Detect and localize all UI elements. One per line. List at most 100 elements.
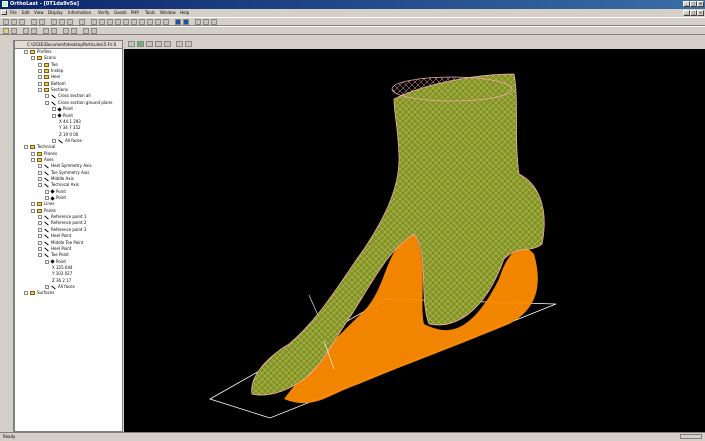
settings-icon[interactable] <box>195 19 201 25</box>
expand-toggle-icon[interactable] <box>38 177 42 181</box>
select-icon[interactable] <box>11 28 17 34</box>
tree-item[interactable]: Instep <box>38 68 63 74</box>
menu-goods[interactable]: Goods <box>114 10 127 15</box>
expand-toggle-icon[interactable] <box>24 50 28 54</box>
menu-view[interactable]: View <box>34 10 44 15</box>
tree-item[interactable]: X 44.1 293 <box>59 119 81 125</box>
expand-toggle-icon[interactable] <box>38 164 42 169</box>
menu-edit[interactable]: Edit <box>22 10 30 15</box>
cut-icon[interactable] <box>51 19 57 25</box>
menu-php[interactable]: PHP <box>131 10 139 15</box>
tree-item[interactable]: Heel <box>38 74 60 80</box>
copy-icon[interactable] <box>59 19 65 25</box>
tree-item[interactable]: All faces <box>52 138 82 144</box>
expand-toggle-icon[interactable] <box>45 94 49 99</box>
view-side-icon[interactable] <box>155 41 162 47</box>
fit-icon[interactable] <box>115 19 121 25</box>
tree-item[interactable]: Point <box>45 189 66 195</box>
tree-item[interactable]: Toe Symmetry Axis <box>38 170 89 176</box>
menu-help[interactable]: Help <box>180 10 189 15</box>
tree-item[interactable]: Reference point 3 <box>38 227 86 233</box>
tree-item[interactable]: Points <box>31 208 56 214</box>
menu-display[interactable]: Display <box>48 10 63 15</box>
expand-toggle-icon[interactable] <box>38 221 42 226</box>
tree-item[interactable]: Planes <box>31 151 57 157</box>
tree-item[interactable]: Middle Toe Point <box>38 240 83 246</box>
tree-item[interactable]: X 325 044 <box>52 265 73 271</box>
expand-toggle-icon[interactable] <box>45 196 49 201</box>
menu-tools[interactable]: Tools <box>145 10 155 15</box>
mesh-icon[interactable] <box>51 28 57 34</box>
maximize-button[interactable]: □ <box>690 1 697 7</box>
view-select-icon[interactable] <box>128 41 135 47</box>
expand-toggle-icon[interactable] <box>38 253 42 258</box>
tree-item[interactable]: Cross section all <box>45 93 91 99</box>
expand-toggle-icon[interactable] <box>38 81 42 86</box>
expand-toggle-icon[interactable] <box>24 145 28 150</box>
view-next-icon[interactable] <box>185 41 192 47</box>
tree-item[interactable]: Heel Point <box>38 246 71 252</box>
layers-icon[interactable] <box>131 19 137 25</box>
tree-item[interactable]: Toe <box>38 62 58 68</box>
expand-toggle-icon[interactable] <box>45 100 49 105</box>
view-top-icon[interactable] <box>164 41 171 47</box>
zoom-icon[interactable] <box>91 19 97 25</box>
expand-toggle-icon[interactable] <box>38 227 42 232</box>
last-icon[interactable] <box>71 28 77 34</box>
print-icon[interactable] <box>31 19 37 25</box>
expand-toggle-icon[interactable] <box>38 88 42 93</box>
expand-toggle-icon[interactable] <box>38 69 42 74</box>
view-front-icon[interactable] <box>146 41 153 47</box>
tree-item[interactable]: Sections <box>38 87 68 93</box>
expand-toggle-icon[interactable] <box>31 157 35 162</box>
expand-toggle-icon[interactable] <box>31 151 35 156</box>
tree-item[interactable]: Y 103 027 <box>52 271 72 277</box>
about-icon[interactable] <box>183 19 189 25</box>
tree-item[interactable]: Z 19 0 00 <box>59 132 78 138</box>
tree-item[interactable]: Technical <box>24 144 55 150</box>
tree-item[interactable]: Cross section ground plane <box>45 100 112 106</box>
tree-item[interactable]: Scans <box>31 55 56 61</box>
tree-item[interactable]: Point <box>52 113 73 119</box>
expand-toggle-icon[interactable] <box>45 284 49 289</box>
foot-icon[interactable] <box>63 28 69 34</box>
compass-icon[interactable] <box>31 28 37 34</box>
expand-toggle-icon[interactable] <box>38 240 42 245</box>
close-button[interactable]: × <box>697 1 704 7</box>
export-icon[interactable] <box>203 19 209 25</box>
tree-item[interactable]: Y 34 7 352 <box>59 125 81 131</box>
expand-toggle-icon[interactable] <box>38 75 42 80</box>
expand-toggle-icon[interactable] <box>45 259 49 264</box>
tree-item[interactable]: Heel Symmetry Axis <box>38 163 92 169</box>
grid-icon[interactable] <box>123 19 129 25</box>
expand-toggle-icon[interactable] <box>24 291 28 296</box>
expand-toggle-icon[interactable] <box>38 170 42 175</box>
expand-toggle-icon[interactable] <box>31 208 35 213</box>
menu-window[interactable]: Window <box>160 10 176 15</box>
edit-icon[interactable] <box>3 28 9 34</box>
expand-toggle-icon[interactable] <box>52 107 56 112</box>
expand-toggle-icon[interactable] <box>38 62 42 67</box>
scan-icon[interactable] <box>23 28 29 34</box>
arrow-back-icon[interactable] <box>83 28 89 34</box>
view-draw-icon[interactable] <box>137 41 144 47</box>
tree-item[interactable]: Heel Point <box>38 233 71 239</box>
tree-item[interactable]: Axes <box>31 157 54 163</box>
tree-item[interactable]: All faces <box>45 284 75 290</box>
tree-item[interactable]: Middle Axis <box>38 176 74 182</box>
minimize-button[interactable]: _ <box>683 1 690 7</box>
doc-close-button[interactable]: × <box>697 10 704 16</box>
expand-toggle-icon[interactable] <box>31 56 35 61</box>
expand-toggle-icon[interactable] <box>38 246 42 251</box>
view-prev-icon[interactable] <box>176 41 183 47</box>
help-icon[interactable] <box>211 19 217 25</box>
tree-item[interactable]: Lines <box>31 201 54 207</box>
expand-toggle-icon[interactable] <box>52 113 56 118</box>
expand-toggle-icon[interactable] <box>38 234 42 239</box>
tree-item[interactable]: Reference point 1 <box>38 214 86 220</box>
axis-icon[interactable] <box>163 19 169 25</box>
tree-item[interactable]: Z 36 2 17 <box>52 278 71 284</box>
arrow-forward-icon[interactable] <box>91 28 97 34</box>
expand-toggle-icon[interactable] <box>52 138 56 143</box>
tree-item[interactable]: Technical Axis <box>38 182 79 188</box>
